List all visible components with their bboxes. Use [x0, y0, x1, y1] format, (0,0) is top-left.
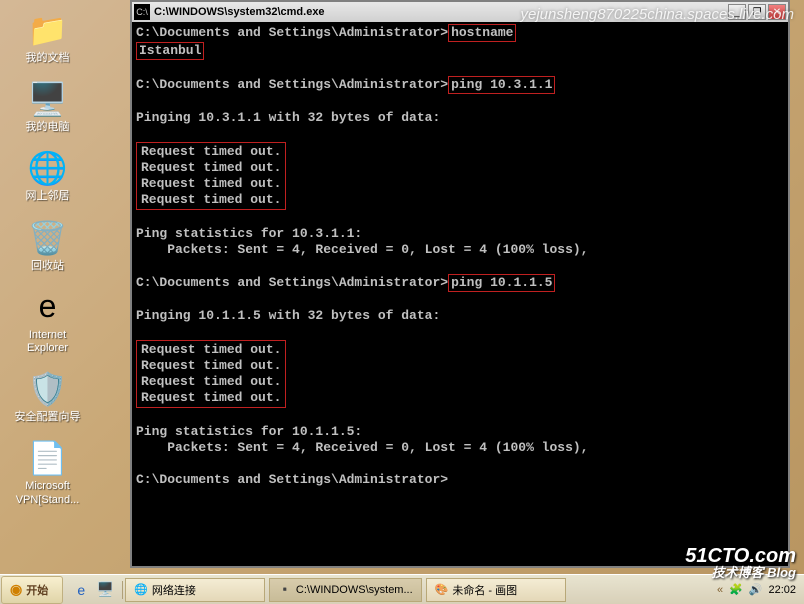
- icon-label: 网上邻居: [10, 190, 85, 203]
- my-computer-icon-glyph: 🖥️: [28, 79, 68, 119]
- vpn-shortcut-icon[interactable]: 📄Microsoft VPN[Stand...: [10, 438, 85, 506]
- icon-label: 安全配置向导: [10, 411, 85, 424]
- icon-label: 我的文档: [10, 52, 85, 65]
- highlight-hostname-out: Istanbul: [136, 42, 204, 60]
- my-documents-icon-glyph: 📁: [28, 10, 68, 50]
- network-places-icon[interactable]: 🌐 网上邻居: [10, 148, 85, 203]
- task-network-connections[interactable]: 🌐 网络连接: [125, 578, 265, 602]
- highlight-ping2-cmd: ping 10.1.1.5: [448, 274, 555, 292]
- task-label: 未命名 - 画图: [452, 582, 517, 598]
- icon-label: Internet Explorer: [10, 329, 85, 355]
- tray-clock[interactable]: 22:02: [768, 584, 796, 596]
- quick-launch: e 🖥️: [64, 581, 123, 599]
- task-label: 网络连接: [152, 582, 196, 598]
- cmd-icon: C:\: [134, 4, 150, 20]
- start-icon: ◉: [10, 581, 22, 598]
- tray-divider-icon: «: [717, 584, 723, 596]
- icon-label: 我的电脑: [10, 121, 85, 134]
- window-title: C:\WINDOWS\system32\cmd.exe: [154, 6, 728, 18]
- highlight-timeout-block-1: Request timed out. Request timed out. Re…: [136, 142, 286, 210]
- task-icon: ▪️: [278, 583, 292, 596]
- internet-explorer-icon[interactable]: eInternet Explorer: [10, 287, 85, 355]
- maximize-button[interactable]: ❐: [748, 4, 766, 20]
- recycle-bin-icon-glyph: 🗑️: [28, 218, 68, 258]
- icon-label: Microsoft VPN[Stand...: [10, 480, 85, 506]
- cmd-window: C:\ C:\WINDOWS\system32\cmd.exe _ ❐ ✕ C:…: [130, 0, 790, 568]
- task-label: C:\WINDOWS\system...: [296, 584, 413, 596]
- minimize-button[interactable]: _: [728, 4, 746, 20]
- my-computer-icon[interactable]: 🖥️ 我的电脑: [10, 79, 85, 134]
- system-tray[interactable]: « 🧩 🔊 22:02: [709, 575, 804, 604]
- task-icon: 🎨: [435, 583, 449, 596]
- highlight-ping1-cmd: ping 10.3.1.1: [448, 76, 555, 94]
- ie-quicklaunch-icon[interactable]: e: [72, 581, 90, 599]
- taskbar: ◉ 开始 e 🖥️ 🌐 网络连接 ▪️ C:\WINDOWS\system... 🎨未命…: [0, 574, 804, 604]
- task-paint[interactable]: 🎨未命名 - 画图: [426, 578, 566, 602]
- internet-explorer-icon-glyph: e: [28, 287, 68, 327]
- console-output[interactable]: C:\Documents and Settings\Administrator>…: [132, 22, 788, 566]
- tray-icon[interactable]: 🧩: [729, 583, 743, 596]
- highlight-timeout-block-2: Request timed out. Request timed out. Re…: [136, 340, 286, 408]
- task-icon: 🌐: [134, 583, 148, 596]
- vpn-shortcut-icon-glyph: 📄: [28, 438, 68, 478]
- security-wizard-icon[interactable]: 🛡️ 安全配置向导: [10, 369, 85, 424]
- tray-icon[interactable]: 🔊: [749, 583, 763, 596]
- highlight-hostname-cmd: hostname: [448, 24, 516, 42]
- start-button[interactable]: ◉ 开始: [1, 576, 63, 604]
- task-cmd[interactable]: ▪️ C:\WINDOWS\system...: [269, 578, 421, 602]
- close-button[interactable]: ✕: [768, 4, 786, 20]
- my-documents-icon[interactable]: 📁 我的文档: [10, 10, 85, 65]
- start-label: 开始: [26, 582, 48, 598]
- desktop-quicklaunch-icon[interactable]: 🖥️: [96, 581, 114, 599]
- network-places-icon-glyph: 🌐: [28, 148, 68, 188]
- icon-label: 回收站: [10, 260, 85, 273]
- title-bar[interactable]: C:\ C:\WINDOWS\system32\cmd.exe _ ❐ ✕: [132, 2, 788, 22]
- recycle-bin-icon[interactable]: 🗑️ 回收站: [10, 218, 85, 273]
- security-wizard-icon-glyph: 🛡️: [28, 369, 68, 409]
